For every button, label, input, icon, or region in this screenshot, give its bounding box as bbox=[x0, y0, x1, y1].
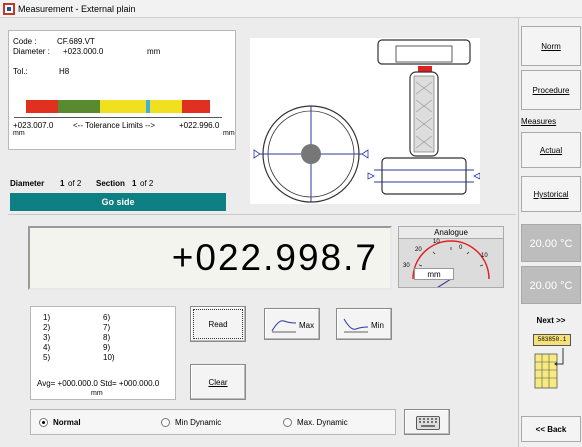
go-side-banner: Go side bbox=[10, 193, 226, 211]
norm-label: Norm bbox=[541, 42, 561, 51]
dial-tick-10-right: 10 bbox=[481, 253, 488, 259]
reading-slot-1: 1) bbox=[43, 313, 51, 322]
reading-slot-5: 5) bbox=[43, 353, 51, 362]
code-value: CF.689.VT bbox=[57, 37, 95, 46]
diameter-value: +023.000.0 bbox=[63, 47, 104, 56]
back-label: << Back bbox=[535, 425, 567, 434]
temperature-2: 20.00 °C bbox=[521, 266, 581, 304]
section-index: 1 bbox=[132, 179, 137, 188]
actual-button[interactable]: Actual bbox=[521, 132, 581, 168]
tol-center-label: <-- Tolerance Limits --> bbox=[73, 121, 156, 130]
right-nav-panel: Norm Procedure Measures Actual Hystorica… bbox=[518, 18, 582, 447]
analogue-unit-box: mm bbox=[414, 268, 454, 280]
reading-slot-10: 10) bbox=[103, 353, 115, 362]
radio-min-dynamic-indicator[interactable] bbox=[161, 418, 170, 427]
readings-panel: 1) 2) 3) 4) 5) 6) 7) 8) 9) 10) Avg= +000… bbox=[30, 306, 176, 400]
radio-normal[interactable]: Normal bbox=[39, 418, 81, 427]
max-curve-icon bbox=[271, 320, 297, 333]
procedure-button[interactable]: Procedure bbox=[521, 70, 581, 110]
reading-slot-7: 7) bbox=[103, 323, 111, 332]
tolerance-segment-red-left bbox=[26, 100, 58, 113]
next-label: Next >> bbox=[536, 316, 566, 325]
read-button[interactable]: Read bbox=[190, 306, 246, 342]
min-label: Min bbox=[371, 321, 384, 330]
min-curve-icon bbox=[343, 318, 369, 333]
app-icon bbox=[3, 3, 15, 15]
radio-max-dynamic-label: Max. Dynamic bbox=[297, 418, 348, 427]
section-heading: Section bbox=[96, 179, 125, 188]
tol-right-unit: mm bbox=[223, 130, 235, 137]
tolerance-segment-yellow-right bbox=[150, 100, 182, 113]
min-button[interactable]: Min bbox=[336, 308, 392, 340]
diameter-label: Diameter : bbox=[13, 47, 50, 56]
spreadsheet-icon[interactable]: 583850.1 bbox=[533, 334, 571, 396]
part-diagram bbox=[250, 38, 481, 204]
window-title: Measurement - External plain bbox=[18, 4, 136, 14]
part-info-panel: Code : CF.689.VT Diameter : +023.000.0 m… bbox=[8, 30, 236, 150]
tolerance-segment-green bbox=[58, 100, 100, 113]
reading-slot-6: 6) bbox=[103, 313, 111, 322]
clear-button[interactable]: Clear bbox=[190, 364, 246, 400]
temperature-1: 20.00 °C bbox=[521, 224, 581, 262]
tolerance-bar bbox=[26, 100, 210, 113]
measurement-display: +022.998.7 bbox=[28, 226, 392, 290]
readings-unit: mm bbox=[91, 390, 103, 397]
historical-label: Hystorical bbox=[533, 190, 569, 199]
spreadsheet-readout: 583850.1 bbox=[533, 334, 571, 346]
reading-slot-3: 3) bbox=[43, 333, 51, 342]
title-bar: Measurement - External plain bbox=[0, 0, 582, 18]
gauge-diagram bbox=[253, 39, 481, 203]
readings-right-column: 6) 7) 8) 9) 10) bbox=[103, 313, 115, 363]
tol-left-value: +023.007.0 bbox=[13, 121, 54, 130]
reading-slot-4: 4) bbox=[43, 343, 51, 352]
clear-label: Clear bbox=[208, 378, 228, 387]
radio-max-dynamic-indicator[interactable] bbox=[283, 418, 292, 427]
avg-std-text: Avg= +000.000.0 Std= +000.000.0 bbox=[37, 379, 160, 388]
keyboard-button[interactable] bbox=[404, 409, 450, 435]
grid-icon bbox=[534, 348, 564, 389]
historical-button[interactable]: Hystorical bbox=[521, 176, 581, 212]
tol-right-value: +022.996.0 bbox=[179, 121, 220, 130]
dial-tick-10-left: 10 bbox=[433, 239, 440, 245]
actual-label: Actual bbox=[539, 146, 563, 155]
dial-tick-0: 0 bbox=[459, 245, 463, 251]
tol-value: H8 bbox=[59, 67, 70, 76]
keyboard-icon bbox=[416, 416, 440, 430]
radio-normal-label: Normal bbox=[53, 418, 81, 427]
dial-tick-30: 30 bbox=[403, 263, 410, 269]
tol-label: Tol.: bbox=[13, 67, 28, 76]
tolerance-segment-yellow-left bbox=[100, 100, 146, 113]
read-label: Read bbox=[208, 320, 228, 329]
section-of: of 2 bbox=[140, 179, 154, 188]
max-label: Max bbox=[299, 321, 315, 330]
max-button[interactable]: Max bbox=[264, 308, 320, 340]
norm-button[interactable]: Norm bbox=[521, 26, 581, 66]
analogue-title: Analogue bbox=[399, 227, 503, 239]
back-button[interactable]: << Back bbox=[521, 416, 581, 442]
diameter-index: 1 bbox=[60, 179, 65, 188]
readings-left-column: 1) 2) 3) 4) 5) bbox=[43, 313, 50, 363]
radio-min-dynamic[interactable]: Min Dynamic bbox=[161, 418, 221, 427]
mode-selector: Normal Min Dynamic Max. Dynamic bbox=[30, 409, 396, 435]
reading-slot-8: 8) bbox=[103, 333, 111, 342]
radio-min-dynamic-label: Min Dynamic bbox=[175, 418, 222, 427]
tolerance-baseline bbox=[14, 117, 222, 118]
procedure-label: Procedure bbox=[532, 86, 570, 95]
measures-heading: Measures bbox=[521, 117, 557, 126]
diameter-unit: mm bbox=[147, 47, 161, 56]
tolerance-segment-red-right bbox=[182, 100, 210, 113]
divider bbox=[8, 214, 516, 215]
diameter-section-row: Diameter 1 of 2 Section 1 of 2 bbox=[8, 176, 226, 190]
diameter-of: of 2 bbox=[68, 179, 82, 188]
radio-normal-indicator[interactable] bbox=[39, 418, 48, 427]
reading-slot-9: 9) bbox=[103, 343, 111, 352]
tol-left-unit: mm bbox=[13, 130, 25, 137]
diameter-heading: Diameter bbox=[10, 179, 45, 188]
reading-slot-2: 2) bbox=[43, 323, 51, 332]
next-button[interactable]: Next >> bbox=[521, 310, 581, 332]
dial-tick-20: 20 bbox=[415, 247, 422, 253]
code-label: Code : bbox=[13, 37, 37, 46]
radio-max-dynamic[interactable]: Max. Dynamic bbox=[283, 418, 348, 427]
